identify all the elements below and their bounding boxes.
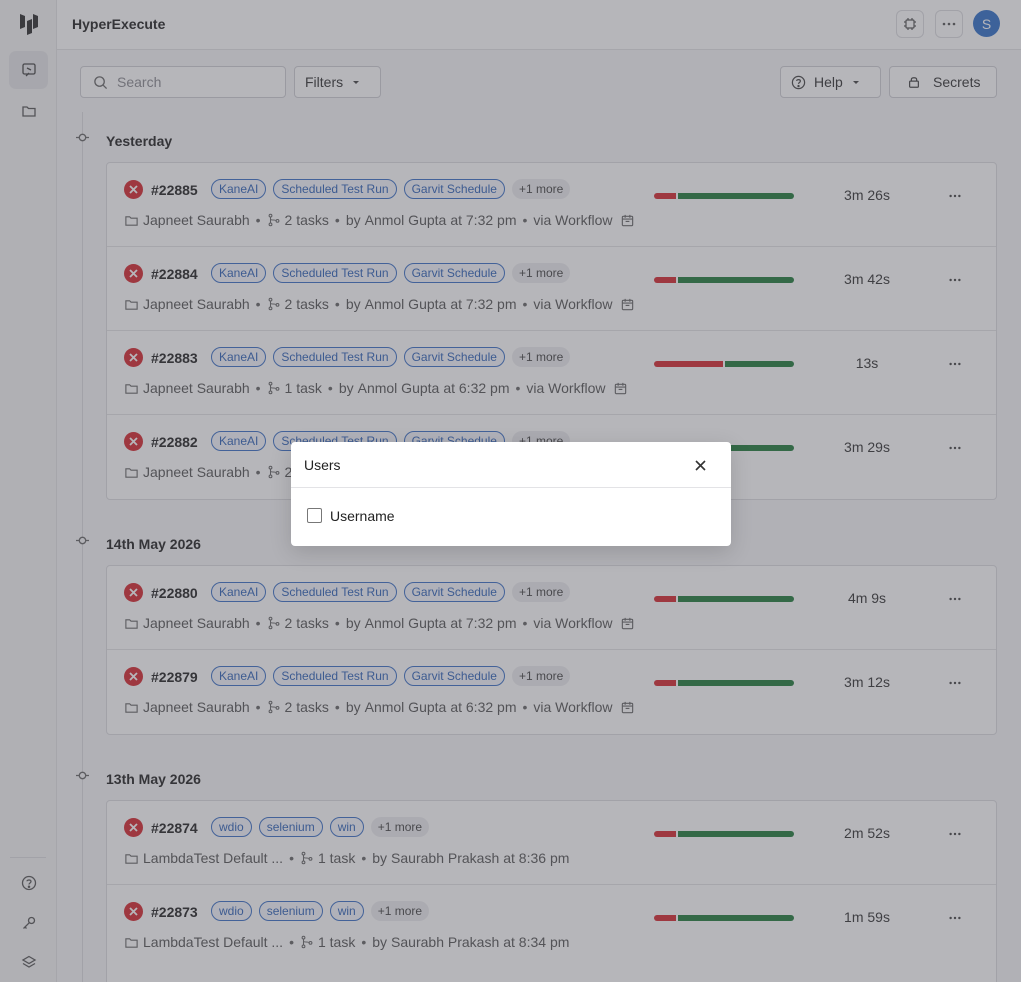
close-icon — [694, 459, 706, 471]
dialog-header: Users — [291, 442, 731, 488]
close-button[interactable] — [693, 458, 707, 472]
username-checkbox[interactable] — [307, 508, 322, 523]
dialog-title: Users — [304, 457, 341, 473]
dialog-body: Username — [291, 488, 731, 545]
users-dialog: Users Username — [291, 442, 731, 546]
username-label[interactable]: Username — [330, 508, 395, 524]
